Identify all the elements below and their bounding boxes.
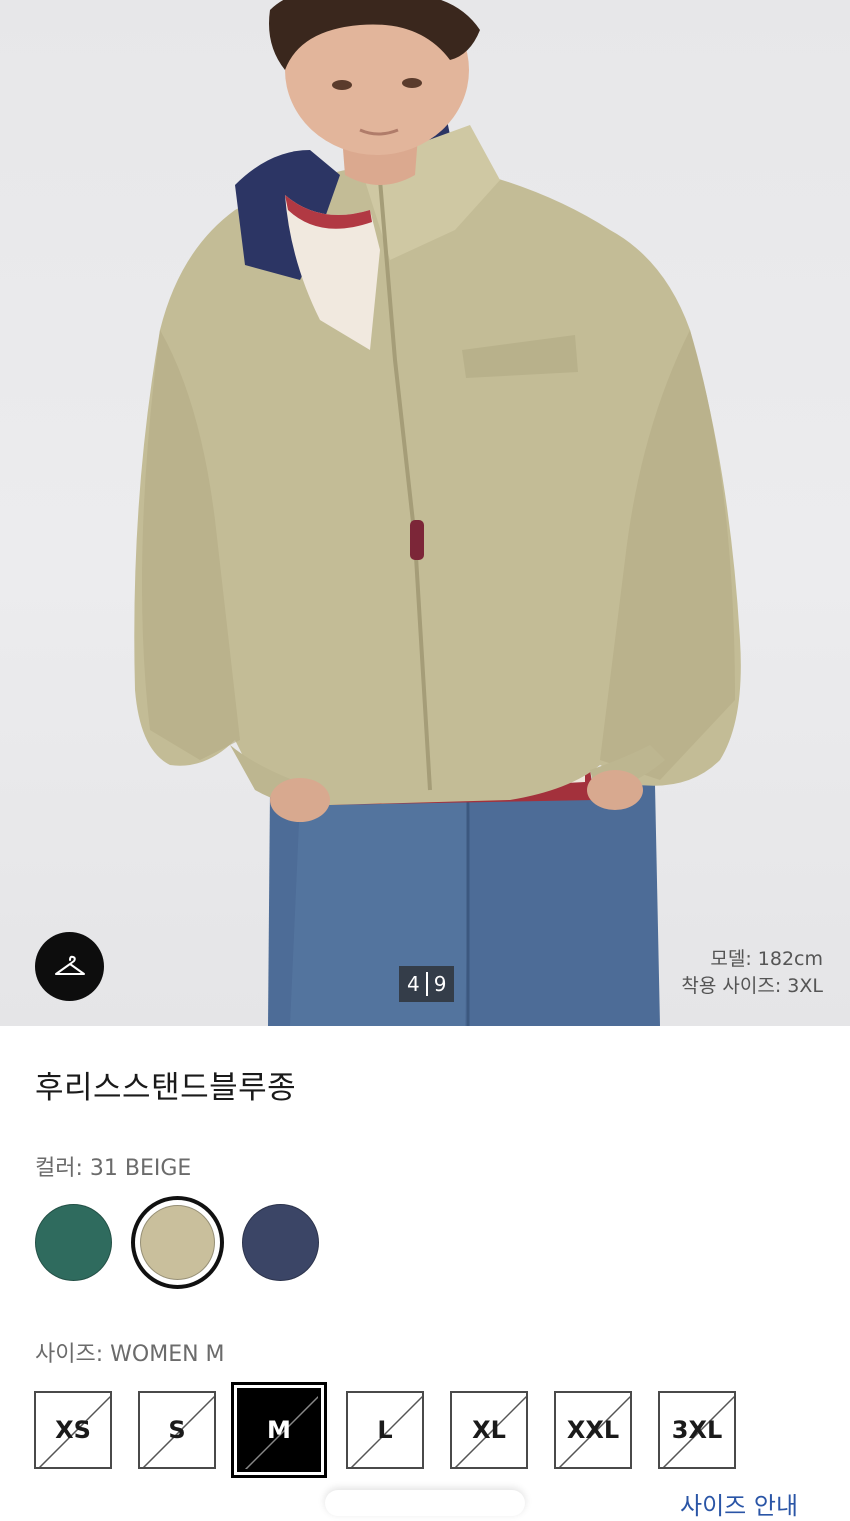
size-option-label: XL bbox=[472, 1416, 506, 1444]
color-swatch-green[interactable] bbox=[35, 1204, 112, 1281]
bottom-sheet-handle[interactable] bbox=[325, 1490, 525, 1516]
product-title: 후리스스탠드블루종 bbox=[35, 1070, 297, 1106]
photo-counter-total: 9 bbox=[433, 972, 447, 996]
size-option-xl[interactable]: XL bbox=[450, 1391, 528, 1469]
size-option-xxl[interactable]: XXL bbox=[554, 1391, 632, 1469]
color-swatch-beige[interactable] bbox=[131, 1196, 224, 1289]
hanger-icon bbox=[54, 955, 85, 975]
size-option-l[interactable]: L bbox=[346, 1391, 424, 1469]
size-option-label: XS bbox=[55, 1416, 91, 1444]
size-option-label: M bbox=[267, 1416, 291, 1444]
color-swatch-beige-fill bbox=[140, 1205, 215, 1280]
photo-counter-current: 4 bbox=[407, 972, 420, 996]
model-height: 모델: 182cm bbox=[710, 948, 823, 970]
color-swatch-navy[interactable] bbox=[242, 1204, 319, 1281]
photo-counter-divider bbox=[425, 972, 428, 996]
model-info: 모델: 182cm 착용 사이즈: 3XL bbox=[681, 946, 823, 1000]
color-selected-value: 31 BEIGE bbox=[89, 1156, 192, 1181]
color-swatch-navy-fill bbox=[242, 1204, 319, 1281]
model-size: 착용 사이즈: 3XL bbox=[681, 975, 823, 997]
size-guide-link[interactable]: 사이즈 안내 bbox=[680, 1486, 798, 1521]
product-photo[interactable]: 4 9 모델: 182cm 착용 사이즈: 3XL bbox=[0, 0, 850, 1026]
size-option-3xl[interactable]: 3XL bbox=[658, 1391, 736, 1469]
size-selected-value: WOMEN M bbox=[110, 1342, 225, 1367]
color-label: 컬러: bbox=[35, 1156, 90, 1181]
model-photo-illustration bbox=[134, 0, 741, 1026]
color-swatch-list bbox=[35, 1196, 335, 1289]
size-option-label: L bbox=[377, 1416, 393, 1444]
size-option-label: XXL bbox=[566, 1416, 620, 1444]
color-label-row: 컬러: 31 BEIGE bbox=[35, 1150, 191, 1182]
color-swatch-green-fill bbox=[35, 1204, 112, 1281]
size-option-label: S bbox=[168, 1416, 186, 1444]
size-option-s[interactable]: S bbox=[138, 1391, 216, 1469]
size-option-list: XS S M L XL XXL 3XL bbox=[34, 1382, 754, 1478]
fit-view-button[interactable] bbox=[35, 932, 104, 1001]
size-option-xs[interactable]: XS bbox=[34, 1391, 112, 1469]
size-option-m[interactable]: M bbox=[231, 1382, 327, 1478]
size-option-label: 3XL bbox=[671, 1416, 723, 1444]
photo-counter: 4 9 bbox=[399, 966, 455, 1002]
size-label-row: 사이즈: WOMEN M bbox=[35, 1336, 225, 1368]
size-label: 사이즈: bbox=[35, 1342, 111, 1367]
